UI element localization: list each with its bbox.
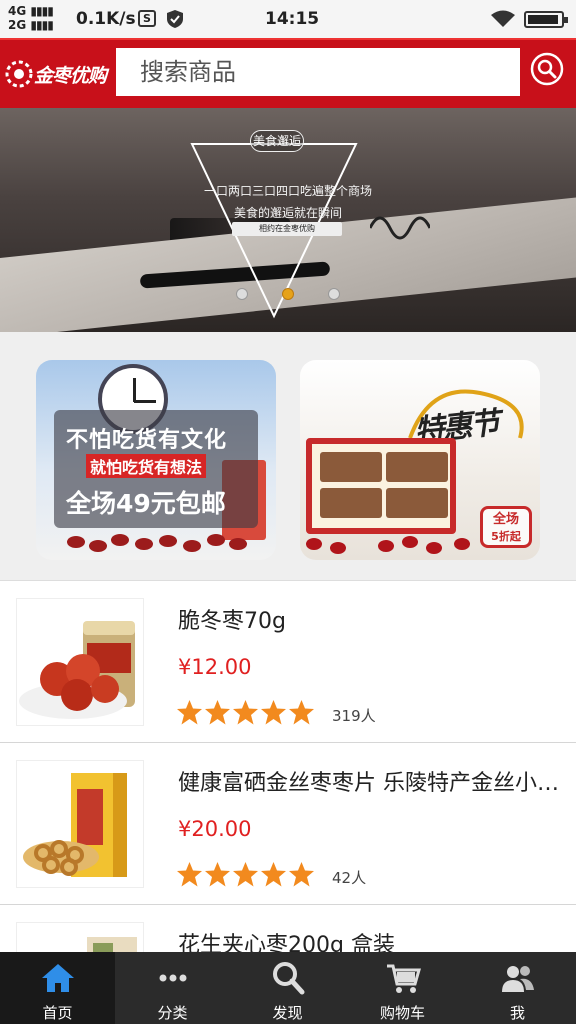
star-icon (177, 700, 202, 725)
star-icon (205, 700, 230, 725)
banner-spiral-image (370, 216, 430, 240)
rating-stars (176, 699, 316, 729)
star-icon (289, 862, 314, 887)
badge-line-1: 全场 (492, 512, 519, 527)
more-icon (159, 974, 187, 982)
product-price: ¥20.00 (178, 817, 252, 841)
network-2g-label: 2G (8, 18, 27, 32)
product-image (16, 760, 144, 888)
banner-dot-3[interactable] (328, 288, 340, 300)
product-price: ¥12.00 (178, 655, 252, 679)
tab-cart[interactable]: 购物车 (345, 952, 460, 1024)
battery-icon (524, 11, 568, 28)
shield-icon (167, 10, 183, 28)
bottom-tab-bar: 首页 分类 发现 购物车 我 (0, 952, 576, 1024)
logo-text: 金枣优购 (34, 65, 107, 87)
clock: 14:15 (265, 9, 320, 29)
network-speed: 0.1K/s (76, 9, 136, 29)
rating-stars (176, 861, 316, 891)
product-name: 脆冬枣70g (178, 609, 286, 634)
star-icon (289, 700, 314, 725)
star-icon (177, 862, 202, 887)
star-icon (205, 862, 230, 887)
product-image (16, 598, 144, 726)
hero-banner[interactable]: 美食邂逅 一口两口三口四口吃遍整个商场 美食的邂逅就在瞬间 相约在金枣优购 (0, 108, 576, 332)
search-input[interactable] (116, 48, 520, 96)
star-icon (261, 862, 286, 887)
cart-icon (387, 964, 421, 993)
s-icon: S (138, 10, 156, 27)
tab-label: 发现 (272, 1004, 303, 1022)
user-icon (502, 966, 534, 992)
product-image (16, 922, 144, 952)
banner-dot-2[interactable] (282, 288, 294, 300)
promo-1-line-1: 不怕吃货有文化 (66, 428, 228, 453)
tab-label: 首页 (42, 1004, 73, 1022)
star-icon (233, 862, 258, 887)
tab-label: 我 (509, 1004, 525, 1022)
star-icon (233, 700, 258, 725)
product-item[interactable]: 脆冬枣70g ¥12.00 319人 (0, 581, 576, 743)
banner-pagination (236, 288, 340, 302)
tab-label: 购物车 (379, 1004, 425, 1022)
product-name: 健康富硒金丝枣枣片 乐陵特产金丝小枣干片 (178, 771, 562, 796)
search-icon (273, 962, 305, 995)
home-icon (42, 964, 74, 992)
banner-dot-1[interactable] (236, 288, 248, 300)
review-count: 319人 (332, 707, 376, 725)
promo-section: 不怕吃货有文化 就怕吃货有想法 全场49元包邮 特惠节 全场 5折起 (0, 332, 576, 580)
app-header: 金枣优购 (0, 38, 576, 108)
status-bar: 4G ▮▮▮▮ 2G ▮▮▮▮ 0.1K/s S 14:15 (0, 0, 576, 38)
product-list: 脆冬枣70g ¥12.00 319人 健康富硒金丝枣枣片 乐陵特产金丝小枣干片 … (0, 580, 576, 952)
tab-label: 分类 (157, 1004, 188, 1022)
product-item[interactable]: 花生夹心枣200g 盒装 (0, 905, 576, 952)
search-button[interactable] (530, 52, 564, 86)
review-count: 42人 (332, 869, 367, 887)
promo-1-line-3: 全场49元包邮 (66, 489, 226, 518)
logo-icon (5, 60, 33, 88)
badge-line-2: 5折起 (491, 530, 521, 543)
promo-card-free-shipping[interactable]: 不怕吃货有文化 就怕吃货有想法 全场49元包邮 (36, 360, 276, 560)
network-4g-label: 4G (8, 4, 27, 18)
red-dates-image (306, 536, 470, 554)
banner-line-1: 一口两口三口四口吃遍整个商场 (203, 184, 372, 198)
banner-line-2: 美食的邂逅就在瞬间 (233, 206, 342, 220)
product-item[interactable]: 健康富硒金丝枣枣片 乐陵特产金丝小枣干片 ¥20.00 42人 (0, 743, 576, 905)
promo-card-special-sale[interactable]: 特惠节 全场 5折起 (300, 360, 540, 560)
promo-1-line-2: 就怕吃货有想法 (86, 454, 207, 478)
brand-logo[interactable]: 金枣优购 (4, 54, 108, 94)
gift-box-image (306, 438, 456, 534)
banner-line-3: 相约在金枣优购 (232, 222, 342, 236)
tab-me[interactable]: 我 (460, 952, 576, 1024)
star-icon (261, 700, 286, 725)
banner-tag: 美食邂逅 (250, 130, 304, 152)
tab-discover[interactable]: 发现 (230, 952, 345, 1024)
red-dates-image (67, 534, 247, 552)
discount-badge: 全场 5折起 (480, 506, 532, 548)
product-name: 花生夹心枣200g 盒装 (178, 933, 395, 952)
network-indicator: 4G ▮▮▮▮ 2G ▮▮▮▮ (8, 4, 54, 32)
tab-home[interactable]: 首页 (0, 952, 115, 1024)
search-box[interactable] (116, 48, 520, 96)
tab-category[interactable]: 分类 (115, 952, 230, 1024)
wifi-icon (491, 10, 515, 27)
